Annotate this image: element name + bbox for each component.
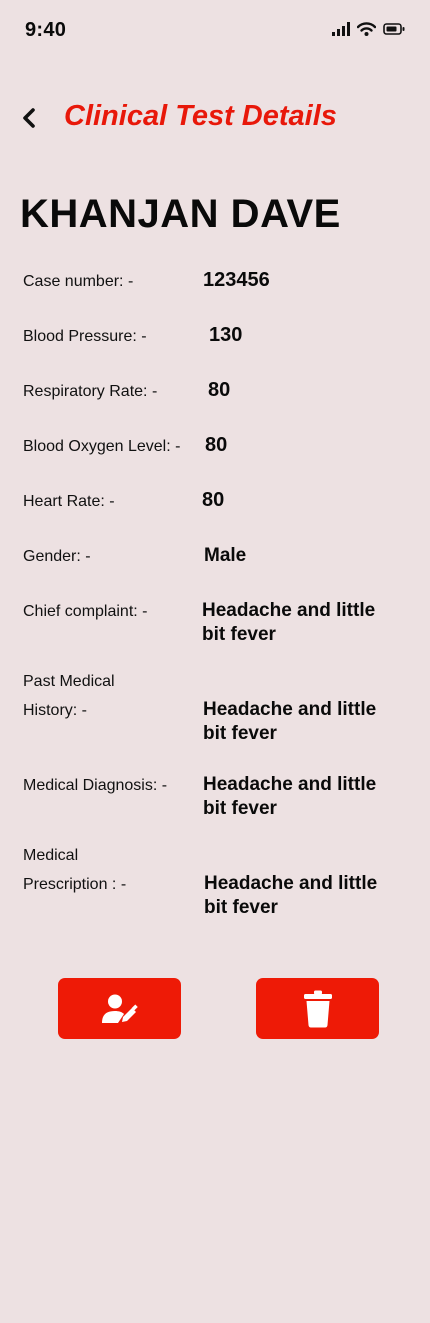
patient-name: KHANJAN DAVE — [20, 192, 341, 236]
medical-prescription-label-line1: Medical — [23, 847, 79, 864]
chief-complaint-label: Chief complaint: - — [23, 603, 148, 620]
medical-diagnosis-label: Medical Diagnosis: - — [23, 777, 168, 794]
blood-pressure-label: Blood Pressure: - — [23, 328, 147, 345]
past-medical-history-label-line1: Past Medical — [23, 673, 115, 690]
status-time: 9:40 — [25, 19, 67, 41]
delete-button[interactable] — [256, 978, 379, 1039]
heart-rate-value: 80 — [202, 489, 225, 511]
heart-rate-label: Heart Rate: - — [23, 493, 115, 510]
gender-label: Gender: - — [23, 548, 91, 565]
status-bar: 9:40 — [0, 0, 430, 60]
page-title: Clinical Test Details — [64, 100, 337, 132]
trash-icon — [303, 990, 332, 1027]
back-button[interactable] — [16, 104, 42, 132]
medical-prescription-label-line2: Prescription : - — [23, 876, 127, 893]
edit-button[interactable] — [58, 978, 181, 1039]
respiratory-rate-label: Respiratory Rate: - — [23, 383, 158, 400]
case-number-label: Case number: - — [23, 273, 134, 290]
header: Clinical Test Details — [0, 98, 430, 138]
blood-oxygen-value: 80 — [205, 434, 228, 456]
status-icons — [332, 22, 405, 36]
medical-prescription-value: Headache and little bit fever — [204, 873, 378, 918]
battery-icon — [383, 23, 405, 35]
chevron-left-icon — [23, 108, 35, 128]
cellular-signal-icon — [332, 22, 350, 36]
respiratory-rate-value: 80 — [208, 379, 231, 401]
blood-oxygen-label: Blood Oxygen Level: - — [23, 438, 181, 455]
user-edit-icon — [101, 994, 138, 1023]
gender-value: Male — [204, 545, 247, 566]
medical-diagnosis-value: Headache and little bit fever — [203, 774, 377, 819]
past-medical-history-label-line2: History: - — [23, 702, 87, 719]
chief-complaint-value: Headache and little bit fever — [202, 600, 376, 645]
case-number-value: 123456 — [203, 269, 270, 291]
wifi-icon — [357, 22, 376, 36]
past-medical-history-value: Headache and little bit fever — [203, 699, 377, 744]
blood-pressure-value: 130 — [209, 324, 243, 346]
